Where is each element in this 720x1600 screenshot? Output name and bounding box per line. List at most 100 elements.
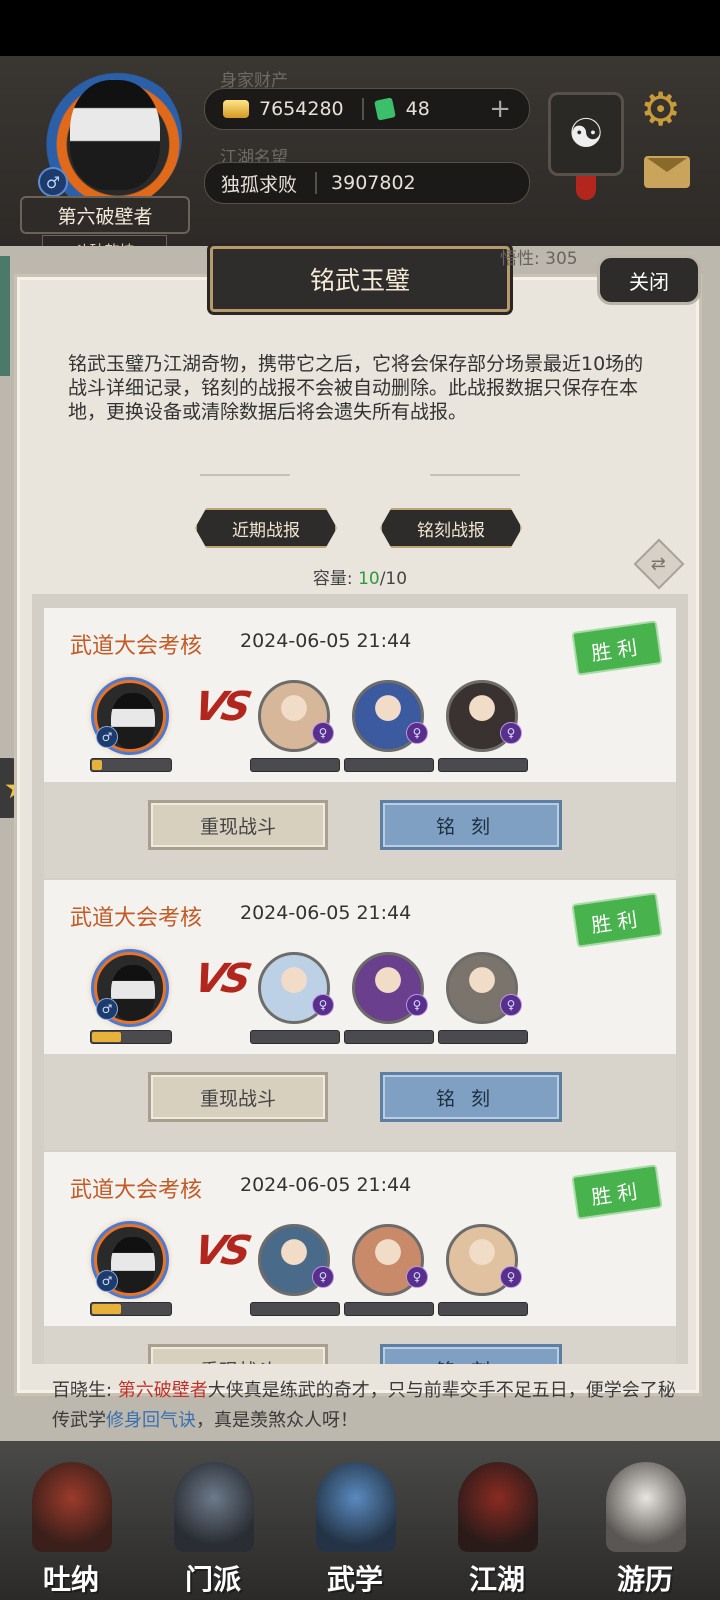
nav-label: 游历 — [616, 1563, 673, 1596]
notice-player-name: 第六破壁者 — [117, 1380, 208, 1401]
nav-label: 江湖 — [468, 1563, 525, 1596]
female-icon: ♀ — [500, 722, 522, 744]
taiji-icon[interactable]: ☯ — [548, 92, 624, 176]
battle-card: 武道大会考核 2024-06-05 21:44 胜利 ♂ VS ♀ ♀ ♀ 重现… — [44, 880, 676, 1150]
player-hp-bar — [90, 1030, 172, 1044]
notice-speaker: 百晓生: — [52, 1380, 118, 1401]
nav-martial[interactable]: 武学 — [300, 1454, 410, 1600]
nav-label: 武学 — [326, 1563, 383, 1596]
tab-engraved-reports[interactable]: 铭刻战报 — [380, 508, 522, 548]
divider — [315, 172, 318, 194]
engrave-button[interactable]: 铭刻 — [380, 1344, 562, 1364]
player-hp-fill — [92, 1032, 121, 1042]
opponent-hp-bar — [344, 758, 434, 772]
ornament-divider-right — [430, 474, 520, 476]
gold-ingot-icon — [223, 100, 249, 118]
opponent-hp-bar — [438, 758, 528, 772]
nav-label: 吐纳 — [42, 1563, 99, 1596]
player-hp-fill — [92, 760, 102, 770]
clan-icon — [174, 1462, 254, 1552]
battle-card: 武道大会考核 2024-06-05 21:44 胜利 ♂ VS ♀ ♀ ♀ 重现… — [44, 1152, 676, 1364]
battle-card-actions — [44, 1326, 676, 1364]
nav-clan[interactable]: 门派 — [158, 1454, 268, 1600]
nav-label: 门派 — [184, 1563, 241, 1596]
notice-skill: 修身回气诀 — [106, 1410, 196, 1431]
player-hp-bar — [90, 1302, 172, 1316]
close-button[interactable]: 关闭 — [597, 255, 701, 305]
replay-battle-button[interactable]: 重现战斗 — [148, 800, 328, 850]
wealth-bar: 7654280 48 + — [204, 88, 530, 130]
system-notice: 百晓生: 第六破壁者大侠真是练武的奇才，只与前辈交手不足五日，便学会了秘传武学修… — [52, 1376, 692, 1436]
status-bar — [0, 0, 720, 56]
capacity-current: 10 — [358, 569, 380, 589]
scroll-icon — [316, 1462, 396, 1552]
female-icon: ♀ — [406, 1266, 428, 1288]
ornament-divider-left — [200, 474, 290, 476]
nav-travel[interactable]: 游历 — [590, 1454, 700, 1600]
battle-card-actions — [44, 782, 676, 878]
engrave-button[interactable]: 铭刻 — [380, 1072, 562, 1122]
player-avatar-face — [70, 80, 160, 190]
opponent-hp-bar — [438, 1302, 528, 1316]
female-icon: ♀ — [312, 994, 334, 1016]
battle-time: 2024-06-05 21:44 — [240, 1174, 412, 1196]
battle-name: 武道大会考核 — [70, 906, 203, 931]
fame-title: 独孤求败 — [221, 173, 298, 196]
gear-icon[interactable]: ⚙ — [640, 82, 681, 136]
mail-icon[interactable] — [644, 156, 690, 188]
fame-bar: 独孤求败 3907802 — [204, 162, 530, 204]
battle-card: 武道大会考核 2024-06-05 21:44 胜利 ♂ VS ♀ ♀ ♀ 重现… — [44, 608, 676, 878]
tab-recent-reports[interactable]: 近期战报 — [195, 508, 337, 548]
battle-list[interactable]: 武道大会考核 2024-06-05 21:44 胜利 ♂ VS ♀ ♀ ♀ 重现… — [32, 594, 688, 1364]
notice-suffix: ，真是羡煞众人呀！ — [196, 1410, 358, 1431]
player-face — [111, 1237, 155, 1293]
gold-amount: 7654280 — [259, 98, 344, 120]
engrave-button[interactable]: 铭刻 — [380, 800, 562, 850]
nav-jianghu[interactable]: 江湖 — [442, 1454, 552, 1600]
opponent-hp-bar — [344, 1030, 434, 1044]
fame-value: 3907802 — [331, 172, 416, 194]
player-hp-fill — [92, 1304, 121, 1314]
female-icon: ♀ — [500, 994, 522, 1016]
capacity-label: 容量: — [312, 569, 353, 589]
male-icon: ♂ — [96, 726, 118, 748]
battle-time: 2024-06-05 21:44 — [240, 630, 412, 652]
player-name: 第六破壁者 — [20, 196, 190, 234]
replay-battle-button[interactable]: 重现战斗 — [148, 1344, 328, 1364]
player-hp-bar — [90, 758, 172, 772]
add-currency-button[interactable]: + — [489, 94, 511, 124]
opponent-hp-bar — [250, 1030, 340, 1044]
battle-time: 2024-06-05 21:44 — [240, 902, 412, 924]
capacity-indicator: 容量: 10/10 — [0, 564, 720, 589]
dialog-title: 铭武玉璧 — [210, 246, 510, 312]
male-icon: ♂ — [38, 167, 68, 197]
opponent-hp-bar — [344, 1302, 434, 1316]
male-icon: ♂ — [96, 1270, 118, 1292]
opponent-hp-bar — [438, 1030, 528, 1044]
jade-amount: 48 — [405, 98, 430, 120]
jade-icon — [373, 97, 396, 121]
female-icon: ♀ — [312, 722, 334, 744]
nav-tuna[interactable]: 吐纳 — [16, 1454, 126, 1600]
opponent-hp-bar — [250, 758, 340, 772]
battle-name: 武道大会考核 — [70, 1178, 203, 1203]
battle-card-actions — [44, 1054, 676, 1150]
player-face — [111, 693, 155, 749]
female-icon: ♀ — [500, 1266, 522, 1288]
dialog-description: 铭武玉璧乃江湖奇物，携带它之后，它将会保存部分场景最近10场的战斗详细记录，铭刻… — [68, 353, 644, 423]
female-icon: ♀ — [406, 994, 428, 1016]
replay-battle-button[interactable]: 重现战斗 — [148, 1072, 328, 1122]
capacity-total: /10 — [379, 569, 408, 589]
gourd-icon — [32, 1462, 112, 1552]
opponent-hp-bar — [250, 1302, 340, 1316]
battle-name: 武道大会考核 — [70, 634, 203, 659]
player-face — [111, 965, 155, 1021]
female-icon: ♀ — [406, 722, 428, 744]
hat-icon — [458, 1462, 538, 1552]
female-icon: ♀ — [312, 1266, 334, 1288]
male-icon: ♂ — [96, 998, 118, 1020]
stat-peek: 悟性: 305 — [500, 249, 578, 269]
side-tab[interactable] — [0, 256, 10, 376]
horse-icon — [606, 1462, 686, 1552]
tassel-icon — [576, 176, 596, 200]
